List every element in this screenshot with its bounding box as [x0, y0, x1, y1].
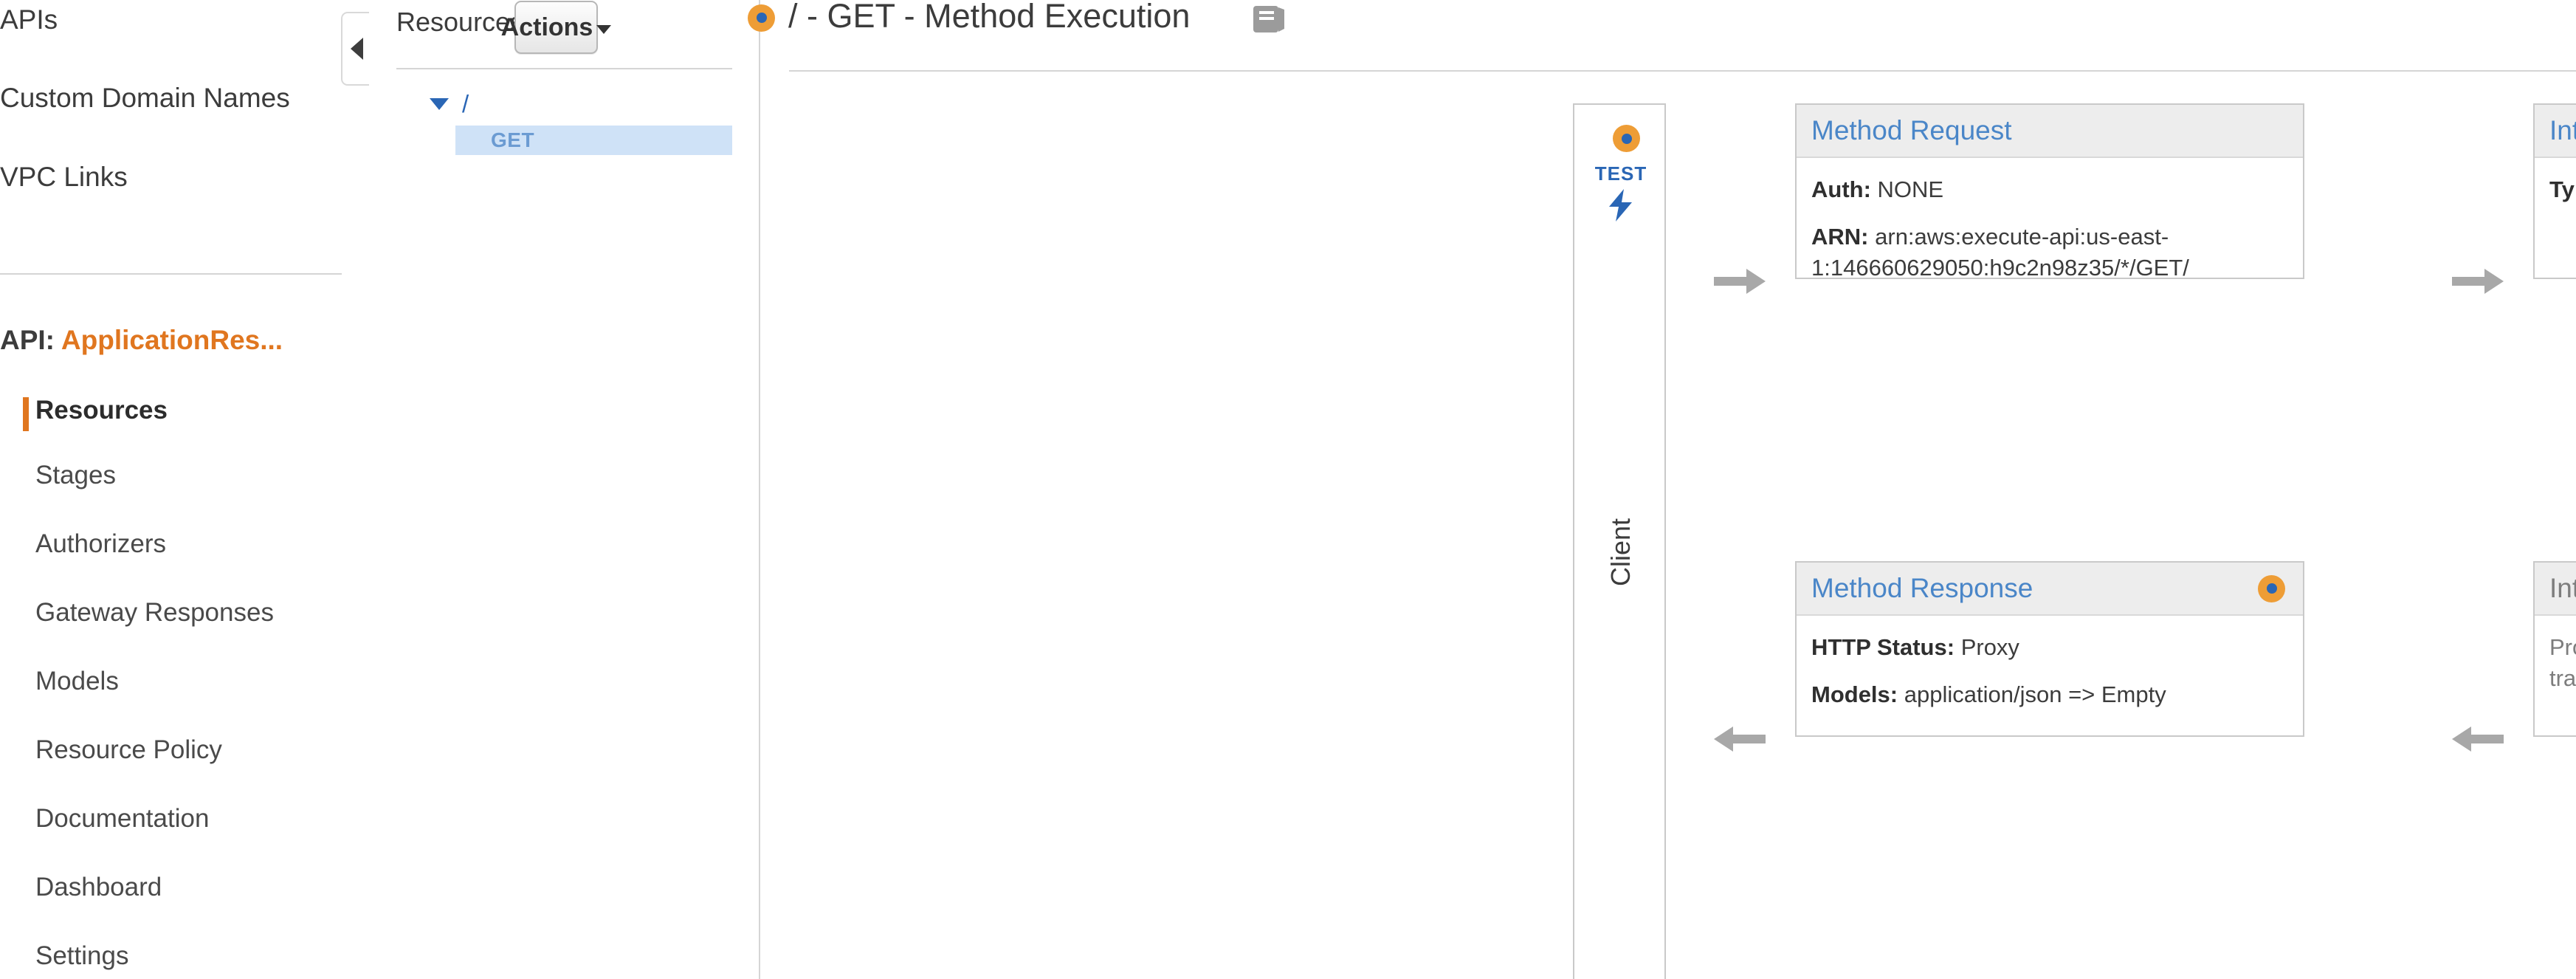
- sidebar-collapse-button[interactable]: [341, 12, 371, 86]
- resource-tree-method-label: GET: [491, 128, 535, 151]
- caret-down-icon: [596, 25, 612, 34]
- method-request-arn-row: ARN: arn:aws:execute-api:us-east-1:14666…: [1811, 221, 2288, 284]
- integration-request-card[interactable]: Integration Request Type: LAMBDA_PROXY: [2533, 103, 2576, 279]
- method-request-card[interactable]: Method Request Auth: NONE ARN: arn:aws:e…: [1795, 103, 2304, 281]
- status-dot-icon: [1613, 125, 1640, 152]
- method-response-body: HTTP Status: Proxy Models: application/j…: [1797, 616, 2303, 710]
- arrow-shaft: [1714, 277, 1746, 286]
- method-request-auth-value: NONE: [1877, 176, 1944, 202]
- test-link[interactable]: TEST: [1574, 162, 1667, 185]
- sidebar-item-models[interactable]: Models: [35, 667, 119, 696]
- triangle-down-icon[interactable]: [430, 98, 449, 110]
- sidebar-item-resource-policy[interactable]: Resource Policy: [35, 735, 222, 765]
- active-nav-marker: [23, 397, 29, 431]
- arrow-shaft: [2452, 277, 2484, 286]
- method-response-models-row: Models: application/json => Empty: [1811, 679, 2288, 710]
- integration-request-header: Integration Request: [2535, 105, 2576, 158]
- resource-tree-method-get[interactable]: GET: [455, 126, 732, 155]
- integration-request-type-key: Type:: [2549, 176, 2576, 202]
- client-column: TEST Client: [1573, 103, 1666, 979]
- integration-response-title: Integration Response: [2549, 573, 2576, 603]
- sidebar-item-stages[interactable]: Stages: [35, 461, 116, 490]
- actions-button-label: Actions: [500, 13, 593, 41]
- arrow-head-left-icon: [1714, 726, 1733, 752]
- page-title: / - GET - Method Execution: [788, 0, 1191, 35]
- method-response-status-key: HTTP Status:: [1811, 634, 1955, 660]
- arrow-shaft: [2471, 735, 2504, 743]
- arrow-head-right-icon: [1746, 269, 1766, 294]
- method-response-card[interactable]: Method Response HTTP Status: Proxy Model…: [1795, 561, 2304, 737]
- integration-request-type-row: Type: LAMBDA_PROXY: [2549, 174, 2576, 205]
- chevron-left-icon: [350, 38, 363, 60]
- api-label-prefix: API:: [0, 325, 61, 355]
- actions-button[interactable]: Actions: [501, 1, 612, 54]
- status-dot-icon: [748, 4, 775, 32]
- sidebar-item-documentation[interactable]: Documentation: [35, 804, 209, 834]
- status-dot-icon: [2258, 574, 2285, 602]
- method-request-header: Method Request: [1797, 105, 2303, 158]
- sidebar-item-resources[interactable]: Resources: [35, 396, 168, 425]
- arrow-shaft: [1733, 735, 1766, 743]
- sidebar-item-gateway-responses[interactable]: Gateway Responses: [35, 598, 274, 628]
- method-response-models-key: Models:: [1811, 681, 1898, 707]
- left-navigation: APIs Custom Domain Names VPC Links API: …: [0, 0, 342, 979]
- client-label: Client: [1605, 518, 1636, 587]
- method-request-auth-row: Auth: NONE: [1811, 174, 2288, 205]
- arrow-head-left-icon: [2452, 726, 2471, 752]
- integration-request-body: Type: LAMBDA_PROXY: [2535, 158, 2576, 205]
- method-request-title[interactable]: Method Request: [1811, 115, 2012, 146]
- sidebar-item-authorizers[interactable]: Authorizers: [35, 529, 166, 559]
- method-response-title[interactable]: Method Response: [1811, 573, 2033, 604]
- method-response-models-value: application/json => Empty: [1904, 681, 2166, 707]
- integration-response-note: Proxy integrations cannot be configured …: [2549, 634, 2576, 691]
- app-root: APIs Custom Domain Names VPC Links API: …: [0, 0, 2576, 979]
- arrow-method-request-to-integration-request: [2452, 269, 2504, 294]
- lightning-bolt-icon[interactable]: [1574, 188, 1667, 227]
- method-response-status-row: HTTP Status: Proxy: [1811, 632, 2288, 663]
- method-response-status-value: Proxy: [1960, 634, 2019, 660]
- main-content: / - GET - Method Execution TEST Client M…: [748, 0, 2576, 979]
- api-name-link[interactable]: ApplicationRes...: [61, 325, 283, 355]
- nav-item-vpc-links[interactable]: VPC Links: [0, 162, 128, 193]
- nav-divider: [0, 273, 342, 275]
- method-request-body: Auth: NONE ARN: arn:aws:execute-api:us-e…: [1797, 158, 2303, 284]
- resource-tree-root-label[interactable]: /: [462, 90, 469, 118]
- integration-response-card: Integration Response Proxy integrations …: [2533, 561, 2576, 737]
- method-request-arn-key: ARN:: [1811, 224, 1869, 250]
- book-icon[interactable]: [1252, 3, 1287, 35]
- page-title-divider: [789, 70, 2576, 72]
- method-request-auth-key: Auth:: [1811, 176, 1871, 202]
- integration-request-title[interactable]: Integration Request: [2549, 115, 2576, 146]
- arrow-method-response-to-client: [1714, 726, 1766, 752]
- arrow-client-to-method-request: [1714, 269, 1766, 294]
- sidebar-item-settings[interactable]: Settings: [35, 941, 128, 971]
- nav-item-custom-domain-names[interactable]: Custom Domain Names: [0, 83, 290, 114]
- api-label: API: ApplicationRes...: [0, 325, 283, 356]
- page-title-row: / - GET - Method Execution: [748, 0, 1191, 35]
- arrow-integration-response-to-method-response: [2452, 726, 2504, 752]
- nav-item-apis[interactable]: APIs: [0, 4, 58, 35]
- sidebar-item-dashboard[interactable]: Dashboard: [35, 873, 162, 902]
- resources-panel-divider: [396, 68, 732, 69]
- method-response-header: Method Response: [1797, 563, 2303, 616]
- arrow-head-right-icon: [2484, 269, 2504, 294]
- integration-response-header: Integration Response: [2535, 563, 2576, 616]
- resources-panel: Resources Actions / GET: [369, 0, 760, 979]
- integration-response-body: Proxy integrations cannot be configured …: [2535, 616, 2576, 694]
- resource-tree-root[interactable]: /: [430, 90, 469, 118]
